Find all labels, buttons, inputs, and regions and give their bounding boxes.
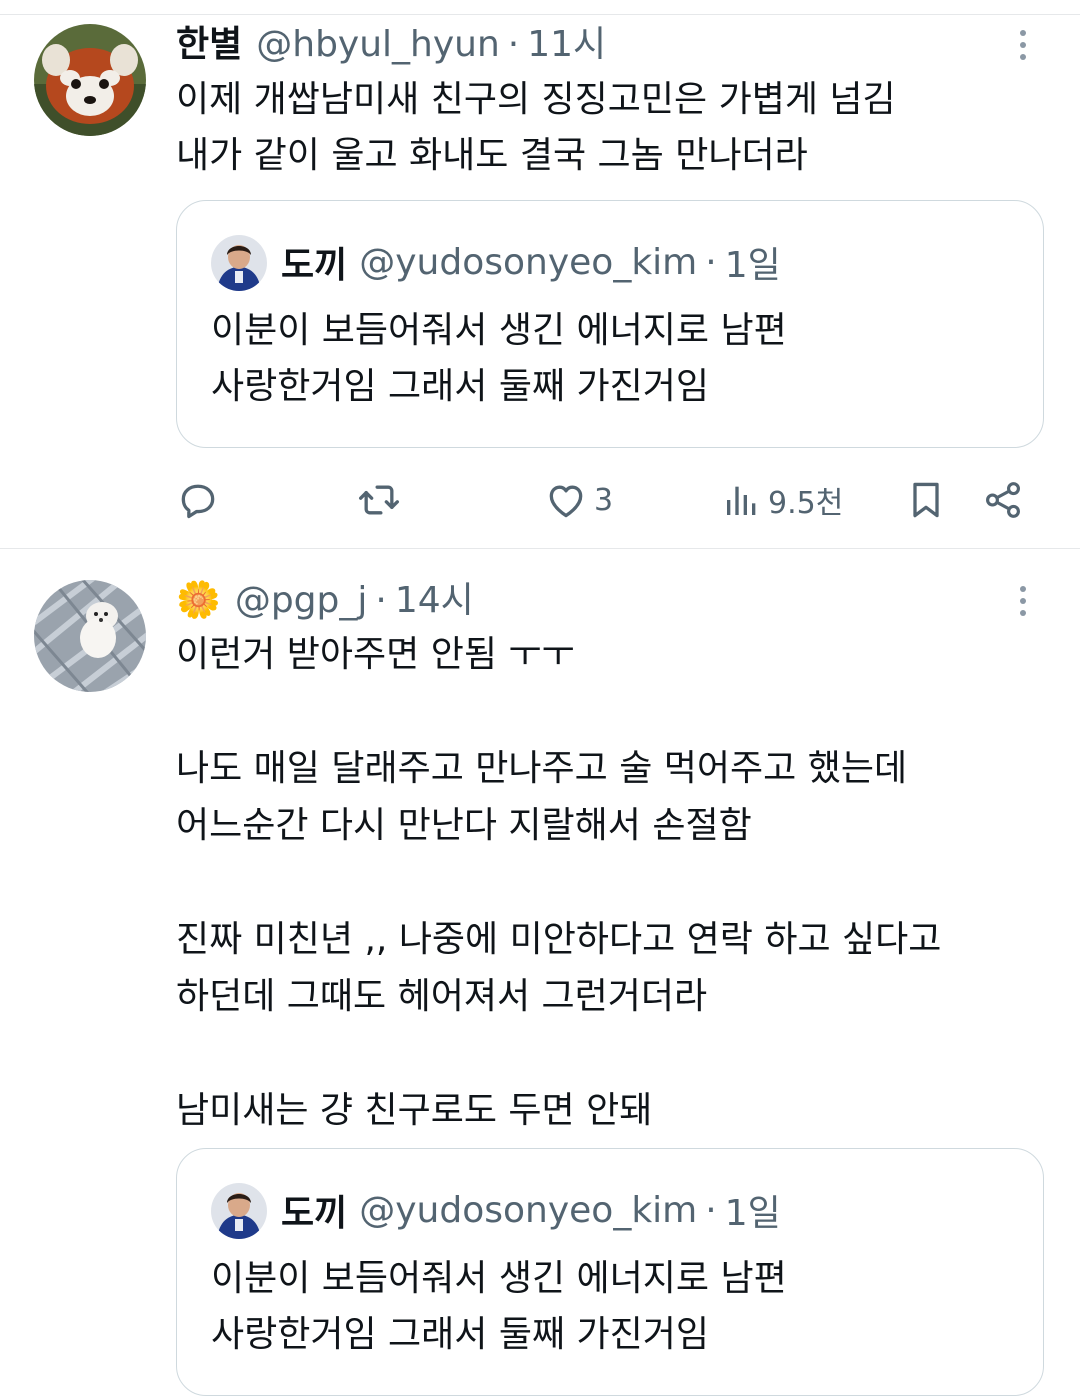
- quoted-tweet[interactable]: 도끼 @yudosonyeo_kim · 1일 이분이 보듬어줘서 생긴 에너지…: [176, 1148, 1044, 1396]
- tweet-header: 한별 @hbyul_hyun · 11시: [176, 18, 606, 72]
- separator-dot: ·: [375, 580, 387, 621]
- top-divider: [0, 0, 1080, 15]
- quoted-timestamp: 1일: [724, 1193, 781, 1234]
- user-handle[interactable]: @hbyul_hyun: [256, 18, 500, 72]
- quoted-display-name: 도끼: [281, 245, 348, 286]
- quoted-handle: @yudosonyeo_kim: [359, 1189, 698, 1231]
- action-bar: 3 9.5천: [176, 468, 1036, 532]
- quoted-tweet[interactable]: 도끼 @yudosonyeo_kim · 1일 이분이 보듬어줘서 생긴 에너지…: [176, 200, 1044, 448]
- views-button[interactable]: 9.5천: [722, 468, 843, 532]
- quoted-avatar: [211, 1183, 267, 1239]
- share-icon: [986, 482, 1020, 518]
- reply-icon: [181, 484, 215, 519]
- timeline: 한별 @hbyul_hyun · 11시 이제 개쌉남미새 친구의 징징고민은 …: [0, 0, 1080, 1398]
- tweet-divider: [0, 548, 1080, 549]
- share-button[interactable]: [982, 468, 1024, 532]
- quoted-separator-dot: ·: [705, 241, 717, 283]
- quoted-text: 이분이 보듬어줘서 생긴 에너지로 남편 사랑한거임 그래서 둘째 가진거임: [211, 1258, 787, 1355]
- quoted-text: 이분이 보듬어줘서 생긴 에너지로 남편 사랑한거임 그래서 둘째 가진거임: [211, 310, 787, 407]
- avatar-dog[interactable]: [34, 580, 146, 692]
- tweet-header: 🌼 @pgp_j · 14시: [176, 574, 474, 628]
- heart-icon: [549, 485, 583, 518]
- like-count: 3: [594, 482, 614, 518]
- retweet-icon: [359, 485, 399, 515]
- quoted-display-name: 도끼: [281, 1193, 348, 1234]
- display-name-flower-emoji[interactable]: 🌼: [176, 574, 221, 628]
- more-options-icon[interactable]: [1008, 18, 1038, 72]
- retweet-button[interactable]: [356, 468, 402, 532]
- timestamp[interactable]: 14시: [395, 574, 474, 628]
- quoted-avatar: [211, 235, 267, 291]
- quoted-handle: @yudosonyeo_kim: [359, 241, 698, 283]
- views-count: 9.5천: [768, 486, 844, 521]
- timestamp[interactable]: 11시: [527, 18, 606, 72]
- quoted-header: 도끼 @yudosonyeo_kim · 1일: [281, 235, 781, 289]
- tweet-text: 이제 개쌉남미새 친구의 징징고민은 가볍게 넘김 내가 같이 울고 화내도 결…: [176, 79, 896, 176]
- quoted-header: 도끼 @yudosonyeo_kim · 1일: [281, 1183, 781, 1237]
- user-handle[interactable]: @pgp_j: [235, 574, 368, 628]
- bookmark-button[interactable]: [904, 468, 948, 532]
- bookmark-icon: [913, 482, 939, 518]
- like-button[interactable]: 3: [544, 468, 613, 532]
- tweet-text: 이런거 받아주면 안됨 ㅜㅜ 나도 매일 달래주고 만나주고 술 먹어주고 했는…: [176, 634, 942, 1131]
- reply-button[interactable]: [176, 468, 220, 532]
- views-icon: [727, 486, 756, 515]
- quoted-separator-dot: ·: [705, 1189, 717, 1231]
- avatar-red-panda[interactable]: [34, 24, 146, 136]
- quoted-timestamp: 1일: [724, 245, 781, 286]
- more-options-icon[interactable]: [1008, 574, 1038, 628]
- separator-dot: ·: [507, 24, 520, 65]
- display-name[interactable]: 한별: [176, 18, 242, 72]
